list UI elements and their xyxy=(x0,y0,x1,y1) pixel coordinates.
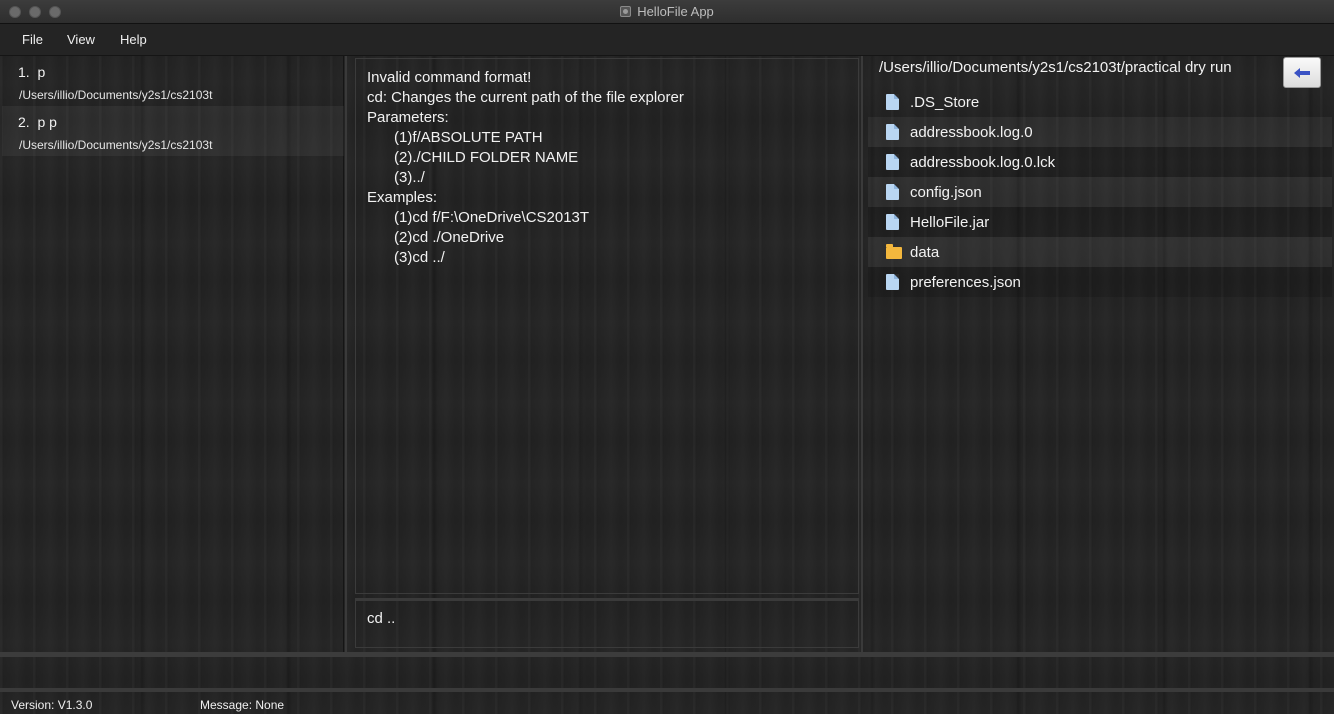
person-list[interactable]: 1. p /Users/illio/Documents/y2s1/cs2103t… xyxy=(2,56,344,652)
result-line: Examples: xyxy=(367,189,438,206)
split-divider-left[interactable] xyxy=(345,56,347,652)
file-row[interactable]: preferences.json xyxy=(868,267,1332,297)
file-icon xyxy=(886,124,899,140)
person-path: /Users/illio/Documents/y2s1/cs2103t xyxy=(19,138,213,152)
file-icon xyxy=(886,154,899,170)
file-icon xyxy=(886,94,899,110)
command-input[interactable] xyxy=(367,610,847,627)
result-line: (3)cd ../ xyxy=(394,249,445,266)
file-row[interactable]: addressbook.log.0 xyxy=(868,117,1332,147)
person-card[interactable]: 2. p p /Users/illio/Documents/y2s1/cs210… xyxy=(2,106,344,156)
person-path: /Users/illio/Documents/y2s1/cs2103t xyxy=(19,88,213,102)
menu-help[interactable]: Help xyxy=(120,32,147,47)
back-button[interactable] xyxy=(1283,57,1321,88)
bottom-strip xyxy=(0,652,1334,688)
file-explorer: /Users/illio/Documents/y2s1/cs2103t/prac… xyxy=(868,56,1332,652)
menu-view[interactable]: View xyxy=(67,32,95,47)
result-line: (3)../ xyxy=(394,169,425,186)
command-box xyxy=(355,598,859,648)
folder-icon xyxy=(886,244,902,259)
file-row[interactable]: .DS_Store xyxy=(868,87,1332,117)
file-name: .DS_Store xyxy=(910,93,980,111)
window-title: HelloFile App xyxy=(637,4,714,19)
main-area: 1. p /Users/illio/Documents/y2s1/cs2103t… xyxy=(0,56,1334,652)
file-row[interactable]: addressbook.log.0.lck xyxy=(868,147,1332,177)
result-display: Invalid command format! cd: Changes the … xyxy=(355,58,859,594)
menu-bar: File View Help xyxy=(0,24,1334,56)
arrow-left-icon xyxy=(1294,67,1310,78)
file-icon xyxy=(886,214,899,230)
file-icon xyxy=(886,184,899,200)
file-name: HelloFile.jar xyxy=(910,213,990,231)
file-name: addressbook.log.0.lck xyxy=(910,153,1056,171)
maximize-window-button[interactable] xyxy=(49,6,61,18)
version-status: Version: V1.3.0 xyxy=(11,698,93,712)
split-divider-right[interactable] xyxy=(861,56,863,652)
menu-file[interactable]: File xyxy=(22,32,43,47)
current-path: /Users/illio/Documents/y2s1/cs2103t/prac… xyxy=(879,59,1232,76)
file-name: addressbook.log.0 xyxy=(910,123,1033,141)
file-name: data xyxy=(910,243,940,261)
title-bar: HelloFile App xyxy=(0,0,1334,24)
result-line: Parameters: xyxy=(367,109,449,126)
person-card[interactable]: 1. p /Users/illio/Documents/y2s1/cs2103t xyxy=(2,56,344,106)
result-line: (2)cd ./OneDrive xyxy=(394,229,505,246)
result-line: (2)./CHILD FOLDER NAME xyxy=(394,149,579,166)
file-name: preferences.json xyxy=(910,273,1021,291)
person-name: 2. p p xyxy=(18,114,57,130)
result-line: (1)f/ABSOLUTE PATH xyxy=(394,129,543,146)
status-bar: Version: V1.3.0 Message: None xyxy=(0,688,1334,714)
person-name: 1. p xyxy=(18,64,46,80)
file-row[interactable]: HelloFile.jar xyxy=(868,207,1332,237)
minimize-window-button[interactable] xyxy=(29,6,41,18)
message-status: Message: None xyxy=(200,698,285,712)
file-icon xyxy=(886,274,899,290)
result-line: cd: Changes the current path of the file… xyxy=(367,89,684,106)
close-window-button[interactable] xyxy=(9,6,21,18)
file-name: config.json xyxy=(910,183,982,201)
app-icon xyxy=(620,6,632,17)
file-row[interactable]: data xyxy=(868,237,1332,267)
result-line: (1)cd f/F:\OneDrive\CS2013T xyxy=(394,209,590,226)
result-line: Invalid command format! xyxy=(367,69,532,86)
file-row[interactable]: config.json xyxy=(868,177,1332,207)
